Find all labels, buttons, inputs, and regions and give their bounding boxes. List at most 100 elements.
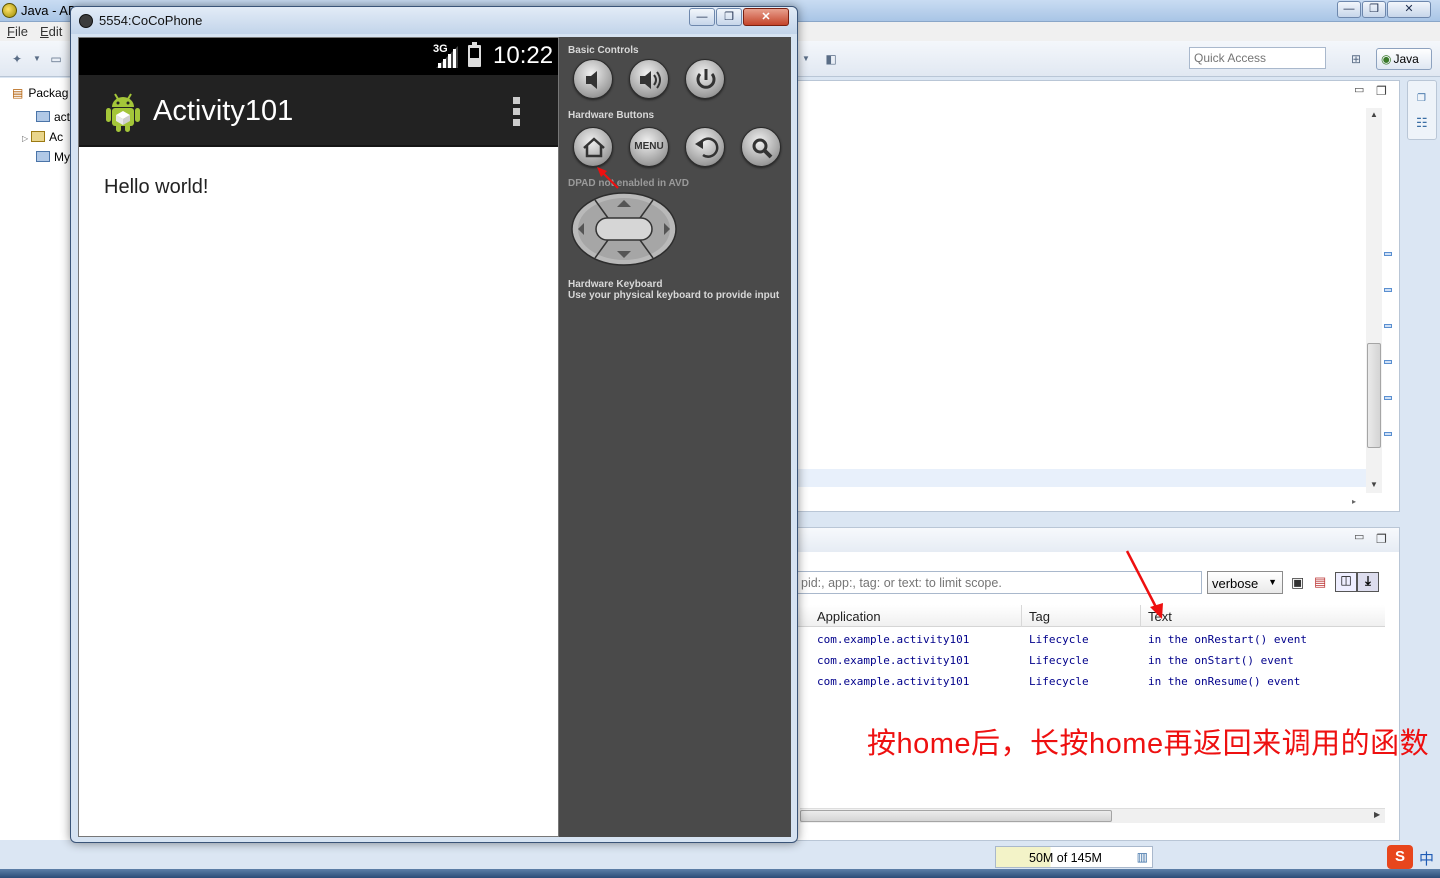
toolbar-misc-icon[interactable]: ◧	[822, 51, 840, 67]
log-table-header: Application Tag Text	[797, 605, 1385, 627]
outline-icon[interactable]: ☷	[1416, 115, 1428, 131]
volume-down-button[interactable]	[573, 59, 613, 99]
open-perspective-icon[interactable]: ⊞	[1347, 51, 1365, 67]
current-line-highlight	[796, 469, 1366, 487]
dpad-control[interactable]	[571, 192, 677, 266]
heap-status: 50M of 145M ▥	[995, 846, 1153, 868]
scroll-up-icon[interactable]: ▲	[1370, 110, 1378, 119]
ime-mode-indicator[interactable]: 中	[1419, 848, 1434, 869]
home-icon	[583, 137, 605, 158]
tree-item[interactable]: My	[36, 150, 70, 164]
log-level-select[interactable]: verbose ▼	[1207, 571, 1283, 594]
phone-screen[interactable]: 3G 10:22 Activity101 Hello world!	[78, 37, 559, 837]
column-separator	[1140, 605, 1141, 627]
expand-arrow-icon[interactable]: ▷	[22, 134, 28, 143]
app-title: Activity101	[153, 95, 294, 127]
back-button[interactable]	[685, 127, 725, 167]
clock: 10:22	[493, 42, 554, 69]
emulator-titlebar: 5554:CoCoPhone — ❐ ✕	[71, 7, 797, 34]
log-app-cell: com.example.activity101	[817, 675, 970, 688]
overview-ruler-mark[interactable]	[1384, 396, 1392, 400]
log-header-tag[interactable]: Tag	[1029, 609, 1050, 624]
eclipse-statusbar	[0, 842, 1440, 869]
editor-vertical-scrollbar[interactable]: ▲ ▼	[1366, 108, 1382, 493]
keyboard-label: Hardware Keyboard	[568, 279, 663, 290]
close-icon[interactable]: ✕	[1387, 1, 1431, 18]
toolbar-dropdown-icon[interactable]: ▼	[797, 51, 815, 67]
scroll-down-icon[interactable]: ▼	[1370, 480, 1378, 489]
maximize-icon[interactable]: ❐	[1362, 1, 1386, 18]
hardware-buttons-label: Hardware Buttons	[568, 110, 655, 121]
home-button[interactable]	[573, 127, 613, 167]
project-icon	[31, 131, 46, 142]
minimize-view-icon[interactable]: ▭	[1354, 530, 1364, 543]
save-icon[interactable]: ▭	[47, 51, 65, 67]
new-icon[interactable]: ✦	[8, 51, 26, 67]
android-robot-icon[interactable]	[104, 91, 142, 133]
log-app-cell: com.example.activity101	[817, 633, 970, 646]
hello-text: Hello world!	[104, 176, 209, 198]
log-tag-cell: Lifecycle	[1029, 654, 1089, 667]
trim-stack: ❐ ☷	[1407, 80, 1437, 140]
java-perspective-button[interactable]: ◉ Java	[1376, 48, 1432, 70]
emulator-title: 5554:CoCoPhone	[99, 13, 203, 28]
logcat-filter-input[interactable]	[797, 571, 1202, 594]
overview-ruler-mark[interactable]	[1384, 432, 1392, 436]
package-explorer-tab[interactable]: ▤ Packag	[12, 86, 68, 100]
overview-ruler-mark[interactable]	[1384, 252, 1392, 256]
back-icon	[695, 137, 719, 158]
power-button[interactable]	[685, 59, 725, 99]
scroll-thumb[interactable]	[800, 810, 1112, 822]
volume-up-icon	[640, 71, 661, 89]
garbage-collect-icon[interactable]: ▥	[1137, 850, 1148, 864]
search-button[interactable]	[741, 127, 781, 167]
tree-item[interactable]: ▷ Ac	[22, 130, 63, 144]
menu-edit[interactable]: Edit	[40, 24, 62, 39]
menu-button[interactable]: MENU	[629, 127, 669, 167]
tree-item[interactable]: act	[36, 110, 70, 124]
log-tag-cell: Lifecycle	[1029, 675, 1089, 688]
maximize-view-icon[interactable]: ❐	[1376, 84, 1387, 98]
scroll-right-icon[interactable]: ▶	[1374, 810, 1380, 819]
minimize-view-icon[interactable]: ▭	[1354, 83, 1364, 96]
tree-item-label: act	[54, 110, 71, 124]
menu-button-label: MENU	[634, 141, 664, 152]
annotation-text: 按home后，长按home再返回来调用的函数	[867, 728, 1430, 760]
overview-ruler-mark[interactable]	[1384, 324, 1392, 328]
restore-icon[interactable]: ❐	[1417, 93, 1426, 104]
close-icon[interactable]: ✕	[743, 8, 789, 26]
action-bar: Activity101	[79, 75, 558, 147]
package-explorer: ▤ Packag act ▷ Ac My	[0, 78, 80, 840]
scroll-thumb[interactable]	[1367, 343, 1381, 448]
minimize-icon[interactable]: —	[1337, 1, 1361, 18]
log-tag-cell: Lifecycle	[1029, 633, 1089, 646]
eclipse-window-title: Java - AD	[21, 3, 78, 18]
volume-up-button[interactable]	[629, 59, 669, 99]
overview-ruler-mark[interactable]	[1384, 288, 1392, 292]
log-level-value: verbose	[1212, 576, 1259, 591]
quick-access-input[interactable]	[1189, 47, 1326, 69]
eclipse-app-icon	[2, 3, 17, 18]
overflow-menu-icon[interactable]	[513, 97, 521, 127]
menu-file[interactable]: File	[7, 24, 28, 39]
clear-log-icon[interactable]: ▤	[1314, 574, 1326, 590]
overview-ruler-mark[interactable]	[1384, 360, 1392, 364]
logcat-view-header: ▭ ❐	[796, 528, 1399, 552]
new-dropdown-icon[interactable]: ▼	[28, 51, 46, 67]
minimize-icon[interactable]: —	[689, 8, 715, 26]
chevron-down-icon: ▼	[1268, 577, 1277, 587]
logcat-horizontal-scrollbar[interactable]: ▶	[800, 808, 1385, 823]
log-header-text[interactable]: Text	[1148, 609, 1172, 624]
log-text-cell: in the onResume() event	[1148, 675, 1301, 688]
log-header-application[interactable]: Application	[817, 609, 881, 624]
scroll-lock-icon[interactable]: ⤓	[1357, 572, 1379, 592]
hscroll-right-icon[interactable]: ▸	[1352, 497, 1356, 506]
heap-status-text: 50M of 145M	[1029, 851, 1102, 865]
maximize-view-icon[interactable]: ❐	[1376, 532, 1387, 546]
maximize-icon[interactable]: ❐	[716, 8, 742, 26]
save-log-icon[interactable]: ▣	[1291, 574, 1304, 591]
volume-down-icon	[586, 71, 597, 89]
windows-taskbar	[0, 869, 1440, 878]
ime-logo-icon[interactable]: S	[1387, 845, 1413, 869]
toggle-panel-icon[interactable]: ◫	[1335, 572, 1357, 592]
